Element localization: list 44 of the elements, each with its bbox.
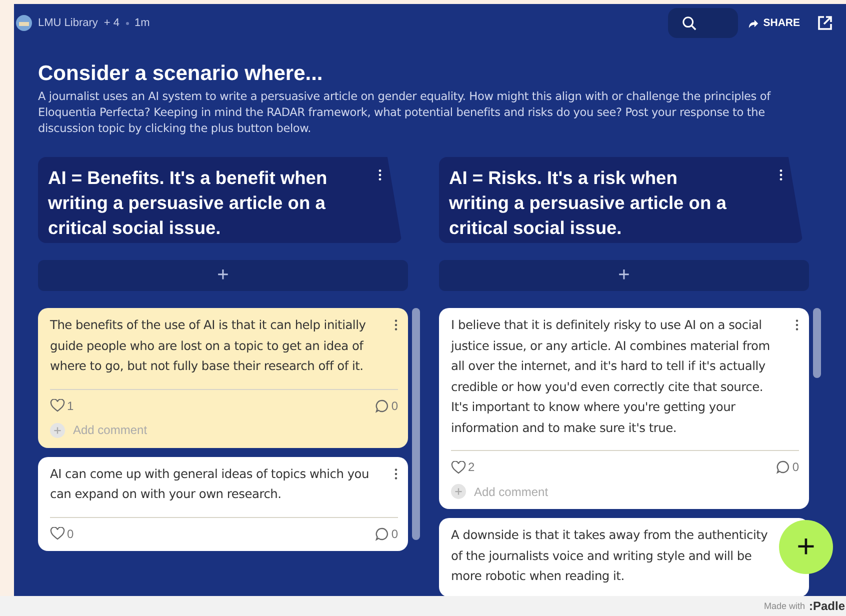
- add-post-fab[interactable]: +: [779, 520, 833, 574]
- post-card[interactable]: AI can come up with general ideas of topics which you can expand on with your own research. 0 0: [38, 456, 408, 550]
- avatar-icon: [16, 15, 32, 31]
- share-icon: [748, 18, 760, 28]
- search-button[interactable]: [668, 8, 738, 38]
- search-icon: [682, 16, 698, 30]
- comment-icon[interactable]: [375, 526, 390, 540]
- more-options-icon[interactable]: [394, 319, 398, 331]
- more-options-icon[interactable]: [394, 468, 398, 480]
- comment-count: 0: [792, 460, 799, 474]
- post-text: The benefits of the use of AI is that it can help initially guide people who are lost on a topic to get an idea of where to go, but not fully base their research off of it.: [50, 317, 367, 375]
- post-text: AI can come up with general ideas of topics which you can expand on with your own research.: [50, 466, 370, 503]
- comment-icon[interactable]: [375, 398, 390, 412]
- heart-icon[interactable]: [50, 399, 65, 412]
- post-age: 1m: [134, 17, 150, 29]
- comment-count: 0: [391, 526, 398, 540]
- like-count: 1: [67, 398, 74, 412]
- column-title: AI = Benefits. It's a benefit when writing a persuasive article on a critical social issue.: [48, 166, 328, 240]
- board-owner[interactable]: LMU Library: [38, 17, 98, 29]
- share-button[interactable]: SHARE: [748, 17, 808, 29]
- brand-logo[interactable]: :Padle: [808, 599, 845, 613]
- column-title: AI = Risks. It's a risk when writing a persuasive article on a critical social issue.: [449, 166, 728, 240]
- more-options-icon[interactable]: [795, 319, 799, 331]
- post-card[interactable]: The benefits of the use of AI is that it can help initially guide people who are lost on a topic to get an idea of where to go, but not fully base their research off of it. 1 0 Add comment: [38, 308, 408, 448]
- post-text: I believe that it is definitely risky to use AI on a social justice issue, or any article. AI combines material from all over the internet, and it's hard to tell if it's actually credible or how you'd even correctly cite that source. It's important to know where you're getting your information and to make sure it's true.: [451, 317, 771, 436]
- contributor-count: + 4: [104, 17, 120, 29]
- like-count: 0: [67, 526, 74, 540]
- heart-icon[interactable]: [50, 527, 65, 540]
- made-with-label: Made with: [764, 601, 805, 611]
- scrollbar-thumb[interactable]: [813, 308, 821, 378]
- more-options-icon[interactable]: [378, 169, 382, 181]
- post-card[interactable]: [439, 308, 809, 509]
- add-post-button[interactable]: +: [38, 260, 408, 291]
- more-options-icon[interactable]: [779, 169, 783, 181]
- add-post-button[interactable]: +: [439, 260, 809, 291]
- board-title: Consider a scenario where...: [38, 62, 324, 86]
- comment-count: 0: [391, 398, 398, 412]
- heart-icon[interactable]: [451, 460, 466, 474]
- open-external-icon[interactable]: [818, 16, 832, 30]
- post-text: A downside is that it takes away from the authenticity of the journalists voice and writing style and will be more robotic when reading it.: [451, 527, 769, 585]
- like-count: 2: [468, 460, 475, 474]
- scrollbar-thumb[interactable]: [412, 308, 420, 540]
- board-description: A journalist uses an AI system to write a persuasive article on gender equality. How might this align with or challenge the principles of Eloquentia Perfecta? Keeping in mind the RADAR framework, what potential benefits and risks do you see? Post your response to the discussion topic by clicking the plus button below.: [38, 89, 772, 137]
- comment-icon[interactable]: [776, 460, 790, 474]
